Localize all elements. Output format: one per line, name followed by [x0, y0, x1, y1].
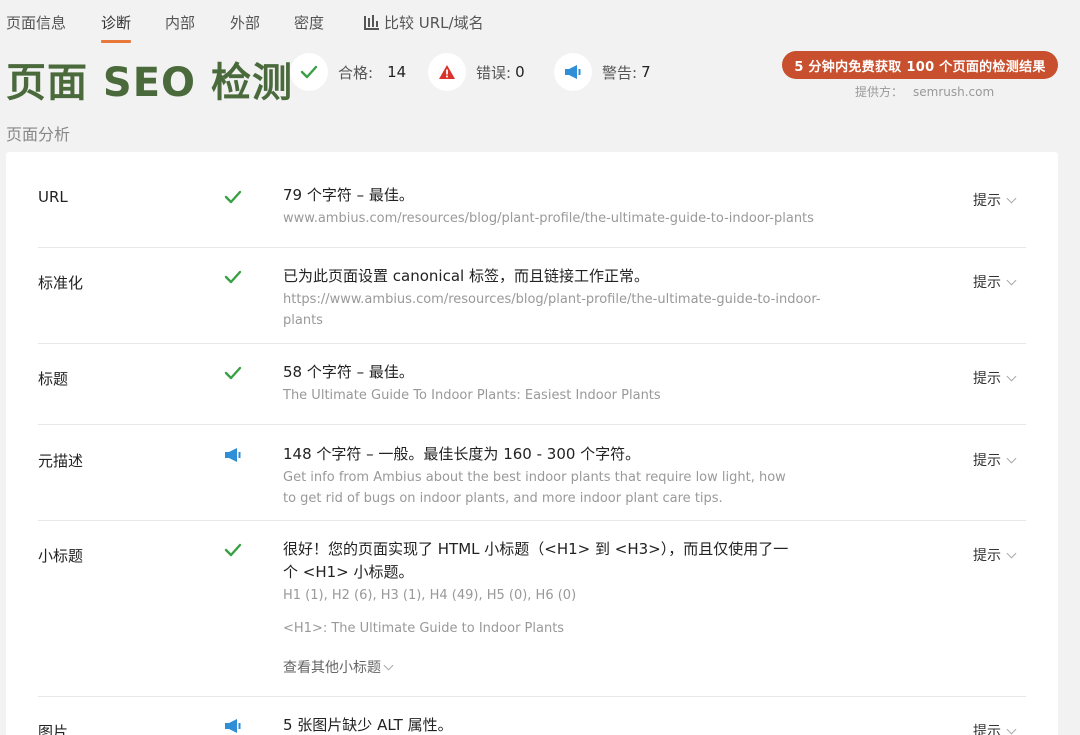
- row-headline: 58 个字符 – 最佳。: [283, 363, 414, 381]
- tip-label: 提示: [973, 193, 1001, 209]
- check-icon: [222, 362, 244, 384]
- section-label: 页面分析: [6, 125, 71, 144]
- chevron-down-icon: [1006, 453, 1017, 463]
- tab-page-info[interactable]: 页面信息: [6, 12, 66, 33]
- stat-passed-label: 合格:: [338, 63, 374, 82]
- row-headline: 已为此页面设置 canonical 标签，而且链接工作正常。: [283, 267, 649, 285]
- more-headings-label: 查看其他小标题: [283, 660, 381, 676]
- tip-label: 提示: [973, 371, 1001, 387]
- tip-label: 提示: [973, 453, 1001, 469]
- free-audit-cta-button[interactable]: 5 分钟内免费获取 100 个页面的检测结果: [782, 51, 1058, 79]
- stat-errors-value: 0: [515, 63, 525, 81]
- row-label: 标题: [38, 370, 69, 388]
- row-detail: https://www.ambius.com/resources/blog/pl…: [283, 292, 821, 328]
- chevron-down-icon: [1006, 724, 1017, 734]
- analysis-row-title: 标题 58 个字符 – 最佳。 The Ultimate Guide To In…: [38, 344, 1026, 425]
- provider-link[interactable]: semrush.com: [913, 85, 994, 99]
- row-content: 5 张图片缺少 ALT 属性。: [283, 714, 823, 735]
- chevron-down-icon: [1006, 193, 1017, 203]
- tab-compare[interactable]: 比较 URL/域名: [364, 12, 484, 33]
- row-label: 图片: [38, 723, 69, 735]
- row-content: 148 个字符 – 一般。最佳长度为 160 - 300 个字符。 Get in…: [283, 443, 793, 509]
- tip-toggle[interactable]: 提示: [973, 272, 1017, 292]
- top-nav: 页面信息 诊断 内部 外部 密度 比较 URL/域名: [0, 0, 1080, 43]
- row-label: 小标题: [38, 547, 84, 565]
- check-icon: [222, 266, 244, 288]
- tip-label: 提示: [973, 724, 1001, 735]
- stat-warnings-value: 7: [641, 63, 651, 81]
- tip-toggle[interactable]: 提示: [973, 545, 1017, 565]
- row-content: 79 个字符 – 最佳。 www.ambius.com/resources/bl…: [283, 184, 823, 229]
- stat-passed-value: 14: [387, 63, 407, 81]
- tip-toggle[interactable]: 提示: [973, 190, 1017, 210]
- tab-density[interactable]: 密度: [294, 12, 324, 33]
- row-detail: H1 (1), H2 (6), H3 (1), H4 (49), H5 (0),…: [283, 588, 577, 603]
- more-headings-toggle[interactable]: 查看其他小标题: [283, 657, 394, 677]
- check-icon: [290, 53, 328, 91]
- row-label: 标准化: [38, 274, 84, 292]
- stat-passed: 合格: 14: [290, 53, 406, 91]
- analysis-row-canonical: 标准化 已为此页面设置 canonical 标签，而且链接工作正常。 https…: [38, 248, 1026, 344]
- tab-external[interactable]: 外部: [230, 12, 260, 33]
- analysis-row-url: URL 79 个字符 – 最佳。 www.ambius.com/resource…: [38, 174, 1026, 248]
- tip-toggle[interactable]: 提示: [973, 450, 1017, 470]
- row-detail: Get info from Ambius about the best indo…: [283, 470, 786, 506]
- tab-diagnostics[interactable]: 诊断: [101, 12, 132, 43]
- tip-label: 提示: [973, 548, 1001, 564]
- chevron-down-icon: [1006, 371, 1017, 381]
- row-detail: The Ultimate Guide To Indoor Plants: Eas…: [283, 388, 661, 403]
- check-icon: [222, 539, 244, 561]
- megaphone-icon: [222, 444, 244, 466]
- megaphone-icon: [222, 715, 244, 735]
- page-title: 页面 SEO 检测: [6, 60, 293, 106]
- stat-errors: 错误: 0: [428, 53, 525, 91]
- chevron-down-icon: [1006, 548, 1017, 558]
- row-headline: 148 个字符 – 一般。最佳长度为 160 - 300 个字符。: [283, 445, 641, 463]
- check-icon: [222, 186, 244, 208]
- bar-chart-icon: [364, 14, 379, 30]
- row-label: URL: [38, 188, 68, 206]
- page-analysis-card: URL 79 个字符 – 最佳。 www.ambius.com/resource…: [6, 152, 1058, 735]
- provider-note: 提供方： semrush.com: [855, 83, 994, 100]
- tab-internal[interactable]: 内部: [165, 12, 195, 33]
- tip-label: 提示: [973, 275, 1001, 291]
- row-content: 已为此页面设置 canonical 标签，而且链接工作正常。 https://w…: [283, 265, 823, 331]
- warning-icon: [428, 53, 466, 91]
- chevron-down-icon: [1006, 275, 1017, 285]
- tip-toggle[interactable]: 提示: [973, 368, 1017, 388]
- row-headline: 5 张图片缺少 ALT 属性。: [283, 716, 453, 734]
- analysis-row-images: 图片 5 张图片缺少 ALT 属性。 提示: [38, 697, 1026, 735]
- chevron-down-icon: [383, 660, 394, 670]
- row-h1-detail: <H1>: The Ultimate Guide to Indoor Plant…: [283, 621, 565, 636]
- row-detail: www.ambius.com/resources/blog/plant-prof…: [283, 211, 814, 226]
- row-headline: 很好！您的页面实现了 HTML 小标题（<H1> 到 <H3>），而且仅使用了一…: [283, 540, 789, 581]
- analysis-row-headings: 小标题 很好！您的页面实现了 HTML 小标题（<H1> 到 <H3>），而且仅…: [38, 521, 1026, 697]
- row-headline: 79 个字符 – 最佳。: [283, 186, 414, 204]
- row-content: 58 个字符 – 最佳。 The Ultimate Guide To Indoo…: [283, 361, 823, 406]
- tip-toggle[interactable]: 提示: [973, 721, 1017, 735]
- stat-warnings: 警告: 7: [554, 53, 651, 91]
- analysis-row-meta-description: 元描述 148 个字符 – 一般。最佳长度为 160 - 300 个字符。 Ge…: [38, 425, 1026, 521]
- row-label: 元描述: [38, 452, 84, 470]
- row-content: 很好！您的页面实现了 HTML 小标题（<H1> 到 <H3>），而且仅使用了一…: [283, 538, 823, 677]
- compare-label: 比较 URL/域名: [384, 14, 484, 32]
- stat-errors-label: 错误:: [476, 63, 512, 82]
- megaphone-icon: [554, 53, 592, 91]
- stat-warnings-label: 警告:: [602, 63, 638, 82]
- provider-label: 提供方：: [855, 85, 904, 99]
